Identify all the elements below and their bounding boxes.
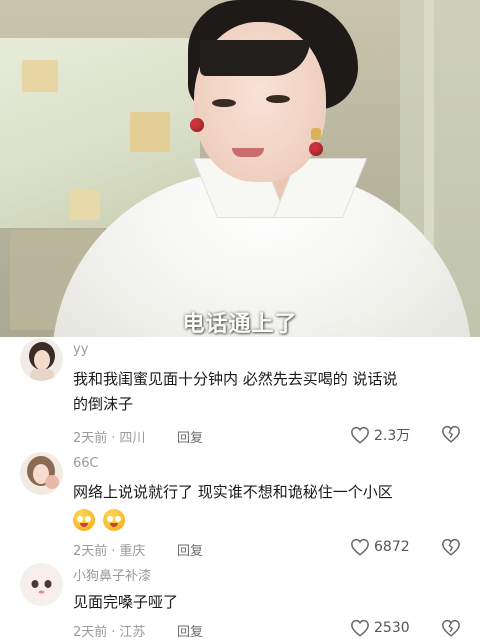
- comment-text: 见面完嗓子哑了: [73, 590, 463, 615]
- heart-icon: [351, 426, 369, 444]
- drooling-face-emoji: [73, 508, 95, 531]
- avatar[interactable]: [20, 452, 63, 495]
- like-button[interactable]: 6872: [350, 538, 410, 556]
- meta-separator: ·: [111, 625, 116, 640]
- comment-location: 重庆: [119, 544, 146, 559]
- broken-heart-icon: [442, 538, 460, 556]
- comment-text-line: 网络上说说就行了 现实谁不想和诡秘住一个小区: [73, 483, 393, 501]
- comment-time: 2天前: [73, 544, 108, 559]
- background-tile: [70, 190, 100, 220]
- comment-text: 网络上说说就行了 现实谁不想和诡秘住一个小区: [73, 480, 463, 531]
- broken-heart-icon: [442, 619, 460, 637]
- reply-button[interactable]: 回复: [177, 621, 203, 640]
- like-button[interactable]: 2530: [350, 619, 410, 637]
- meta-separator: ·: [111, 544, 116, 559]
- avatar[interactable]: [20, 338, 63, 381]
- comment-text-line: 的倒沫子: [73, 395, 134, 413]
- dislike-button[interactable]: [441, 619, 461, 640]
- video-subtitle: 电话通上了: [182, 312, 298, 337]
- emoji-row: [73, 505, 463, 531]
- comment-meta: 2天前 · 重庆: [73, 540, 145, 559]
- avatar-image-icon: [20, 338, 63, 381]
- comment-username[interactable]: yy: [73, 342, 88, 357]
- comment-username[interactable]: 66C: [73, 456, 99, 471]
- eye-right: [266, 95, 290, 103]
- background-tile: [22, 60, 58, 92]
- eye-left: [212, 99, 236, 107]
- video-frame[interactable]: 电话通上了: [0, 0, 480, 337]
- earring-clip: [311, 128, 321, 140]
- mouth: [232, 148, 264, 157]
- like-count: 2530: [374, 620, 410, 636]
- background-tile: [130, 112, 170, 152]
- like-count: 6872: [374, 539, 410, 555]
- avatar[interactable]: [20, 563, 63, 606]
- comment-location: 江苏: [119, 625, 146, 640]
- comment-time: 2天前: [73, 431, 108, 446]
- like-button[interactable]: 2.3万: [350, 425, 410, 445]
- dislike-button[interactable]: [441, 538, 461, 560]
- comment-time: 2天前: [73, 625, 108, 640]
- dislike-button[interactable]: [441, 425, 461, 447]
- comment-text-line: 见面完嗓子哑了: [73, 593, 179, 611]
- comment-meta: 2天前 · 四川: [73, 427, 145, 446]
- drooling-face-emoji: [103, 508, 125, 531]
- heart-icon: [351, 619, 369, 637]
- earring-right: [309, 142, 323, 156]
- meta-separator: ·: [111, 431, 116, 446]
- comment-text-line: 我和我闺蜜见面十分钟内 必然先去买喝的 说话说: [73, 370, 398, 388]
- comment-text: 我和我闺蜜见面十分钟内 必然先去买喝的 说话说 的倒沫子: [73, 367, 463, 417]
- reply-button[interactable]: 回复: [177, 427, 203, 446]
- comment-location: 四川: [119, 431, 146, 446]
- avatar-image-icon: [20, 563, 63, 606]
- broken-heart-icon: [442, 425, 460, 443]
- comment-meta: 2天前 · 江苏: [73, 621, 145, 640]
- earring-left: [190, 118, 204, 132]
- avatar-image-icon: [20, 452, 63, 495]
- reply-button[interactable]: 回复: [177, 540, 203, 559]
- comment-username[interactable]: 小狗鼻子补漆: [73, 565, 151, 584]
- heart-icon: [351, 538, 369, 556]
- like-count: 2.3万: [374, 428, 411, 444]
